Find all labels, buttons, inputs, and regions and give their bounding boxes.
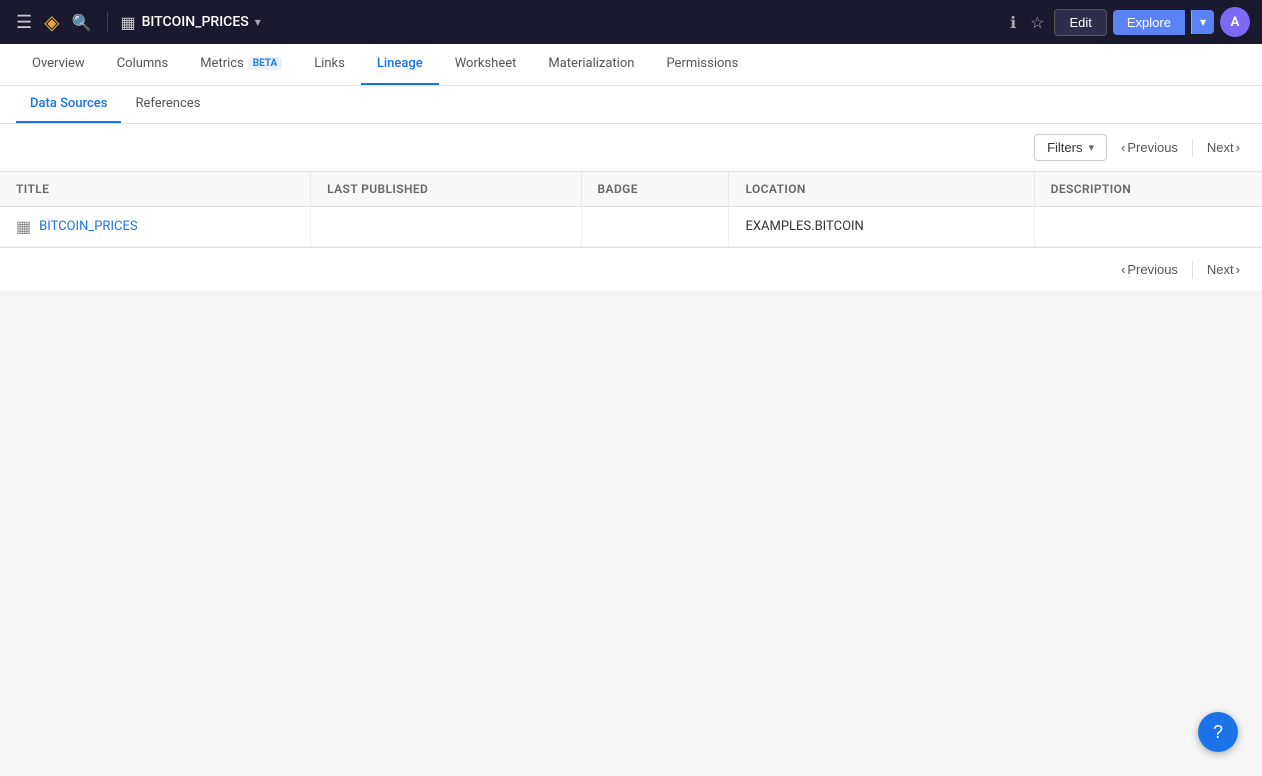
explore-dropdown-button[interactable]: ▾ bbox=[1191, 10, 1214, 34]
tab-materialization[interactable]: Materialization bbox=[532, 44, 650, 85]
nav-divider bbox=[107, 12, 108, 32]
tab-permissions[interactable]: Permissions bbox=[650, 44, 754, 85]
column-header-title: Title bbox=[0, 172, 311, 207]
title-link[interactable]: BITCOIN_PRICES bbox=[39, 219, 137, 234]
column-header-location: Location bbox=[729, 172, 1034, 207]
subtab-references[interactable]: References bbox=[121, 86, 214, 123]
next-button-bottom[interactable]: Next › bbox=[1201, 258, 1246, 281]
star-icon[interactable]: ☆ bbox=[1026, 9, 1048, 36]
main-content: Filters ▾ ‹ Previous Next › Title Last P… bbox=[0, 124, 1262, 291]
toolbar-bottom: ‹ Previous Next › bbox=[0, 247, 1262, 291]
filters-label: Filters bbox=[1047, 140, 1082, 155]
previous-button-top[interactable]: ‹ Previous bbox=[1115, 136, 1184, 159]
cell-location: EXAMPLES.BITCOIN bbox=[729, 207, 1034, 247]
next-chevron-icon-top: › bbox=[1236, 140, 1240, 155]
metrics-beta-badge: BETA bbox=[248, 57, 282, 70]
avatar[interactable]: A bbox=[1220, 7, 1250, 37]
tab-worksheet[interactable]: Worksheet bbox=[439, 44, 533, 85]
next-label-top: Next bbox=[1207, 140, 1234, 155]
next-button-top[interactable]: Next › bbox=[1201, 136, 1246, 159]
edit-button[interactable]: Edit bbox=[1054, 9, 1106, 36]
tab-links[interactable]: Links bbox=[298, 44, 361, 85]
info-icon[interactable]: ℹ bbox=[1006, 9, 1020, 36]
previous-button-bottom[interactable]: ‹ Previous bbox=[1115, 258, 1184, 281]
search-icon[interactable]: 🔍 bbox=[68, 9, 96, 36]
filters-button[interactable]: Filters ▾ bbox=[1034, 134, 1107, 161]
toolbar-top: Filters ▾ ‹ Previous Next › bbox=[0, 124, 1262, 172]
next-label-bottom: Next bbox=[1207, 262, 1234, 277]
table-row: ▦ BITCOIN_PRICES EXAMPLES.BITCOIN bbox=[0, 207, 1262, 247]
filters-chevron-icon: ▾ bbox=[1088, 141, 1094, 154]
row-dataset-icon: ▦ bbox=[16, 217, 31, 236]
column-header-description: Description bbox=[1034, 172, 1262, 207]
previous-label-top: Previous bbox=[1127, 140, 1178, 155]
tab-navigation: Overview Columns MetricsBETA Links Linea… bbox=[0, 44, 1262, 86]
sub-tab-navigation: Data Sources References bbox=[0, 86, 1262, 124]
explore-button[interactable]: Explore bbox=[1113, 10, 1185, 35]
table-header-row: Title Last Published Badge Location Desc… bbox=[0, 172, 1262, 207]
column-header-last-published: Last Published bbox=[311, 172, 581, 207]
dataset-name: BITCOIN_PRICES bbox=[142, 14, 249, 30]
help-button[interactable]: ? bbox=[1198, 712, 1238, 752]
pagination-divider-top bbox=[1192, 139, 1193, 157]
breadcrumb-chevron-icon[interactable]: ▾ bbox=[255, 15, 261, 29]
cell-last-published bbox=[311, 207, 581, 247]
logo-icon: ◈ bbox=[44, 10, 59, 34]
tab-lineage[interactable]: Lineage bbox=[361, 44, 439, 85]
tab-columns[interactable]: Columns bbox=[101, 44, 185, 85]
menu-icon[interactable]: ☰ bbox=[12, 8, 36, 37]
cell-title: ▦ BITCOIN_PRICES bbox=[0, 207, 311, 247]
tab-metrics[interactable]: MetricsBETA bbox=[184, 44, 298, 85]
tab-overview[interactable]: Overview bbox=[16, 44, 101, 85]
column-header-badge: Badge bbox=[581, 172, 729, 207]
top-bar: ☰ ◈ 🔍 ▦ BITCOIN_PRICES ▾ ℹ ☆ Edit Explor… bbox=[0, 0, 1262, 44]
top-bar-actions: ℹ ☆ Edit Explore ▾ A bbox=[1006, 7, 1250, 37]
subtab-data-sources[interactable]: Data Sources bbox=[16, 86, 121, 123]
data-table: Title Last Published Badge Location Desc… bbox=[0, 172, 1262, 247]
cell-badge bbox=[581, 207, 729, 247]
cell-description bbox=[1034, 207, 1262, 247]
pagination-divider-bottom bbox=[1192, 261, 1193, 279]
dataset-type-icon: ▦ bbox=[120, 13, 135, 32]
next-chevron-icon-bottom: › bbox=[1236, 262, 1240, 277]
previous-label-bottom: Previous bbox=[1127, 262, 1178, 277]
prev-chevron-icon-top: ‹ bbox=[1121, 140, 1125, 155]
breadcrumb: ▦ BITCOIN_PRICES ▾ bbox=[120, 13, 260, 32]
prev-chevron-icon-bottom: ‹ bbox=[1121, 262, 1125, 277]
